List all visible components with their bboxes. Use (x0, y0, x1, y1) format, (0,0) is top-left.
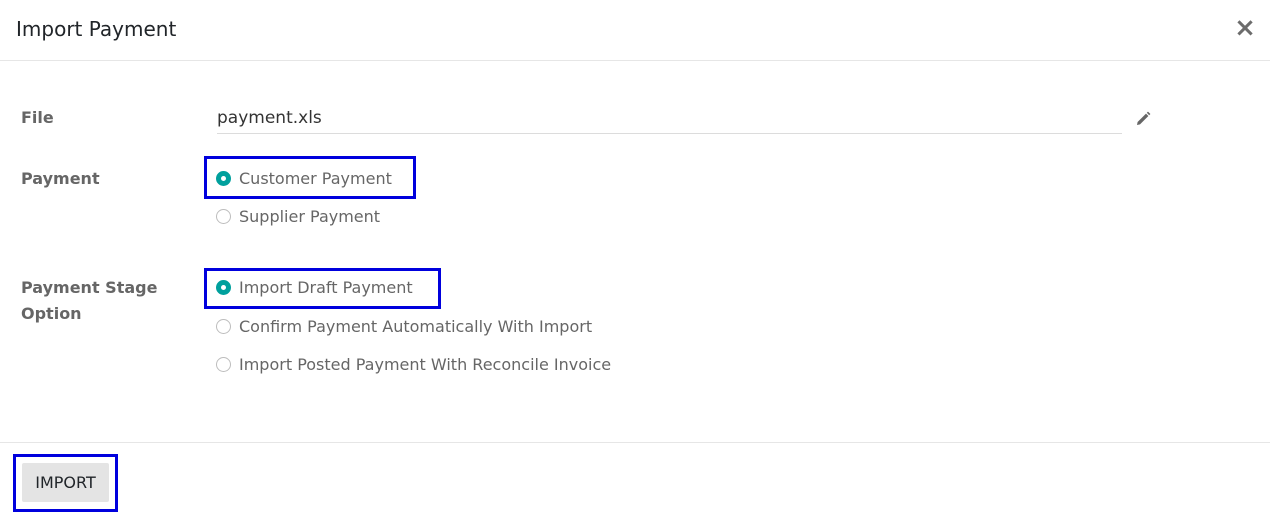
import-button[interactable]: IMPORT (22, 463, 109, 502)
dialog-footer (0, 442, 1270, 529)
radio-unchecked[interactable] (216, 357, 231, 372)
radio-label: Import Draft Payment (239, 278, 413, 297)
radio-unchecked[interactable] (216, 209, 231, 224)
radio-label: Confirm Payment Automatically With Impor… (239, 317, 593, 336)
radio-label: Customer Payment (239, 169, 392, 188)
dialog-title: Import Payment (16, 17, 177, 41)
payment-stage-label: Payment Stage Option (21, 278, 158, 323)
payment-label: Payment (21, 169, 100, 188)
close-icon[interactable]: × (1232, 14, 1258, 42)
file-label: File (21, 108, 54, 127)
radio-checked[interactable] (216, 280, 231, 295)
radio-unchecked[interactable] (216, 319, 231, 334)
import-payment-dialog: Import Payment × File payment.xls Paymen… (0, 0, 1270, 529)
radio-checked[interactable] (216, 171, 231, 186)
radio-label: Import Posted Payment With Reconcile Inv… (239, 355, 612, 374)
dialog-header: Import Payment × (0, 0, 1270, 61)
file-input[interactable]: payment.xls (217, 104, 1122, 134)
pencil-icon[interactable] (1134, 110, 1152, 128)
radio-label: Supplier Payment (239, 207, 381, 226)
